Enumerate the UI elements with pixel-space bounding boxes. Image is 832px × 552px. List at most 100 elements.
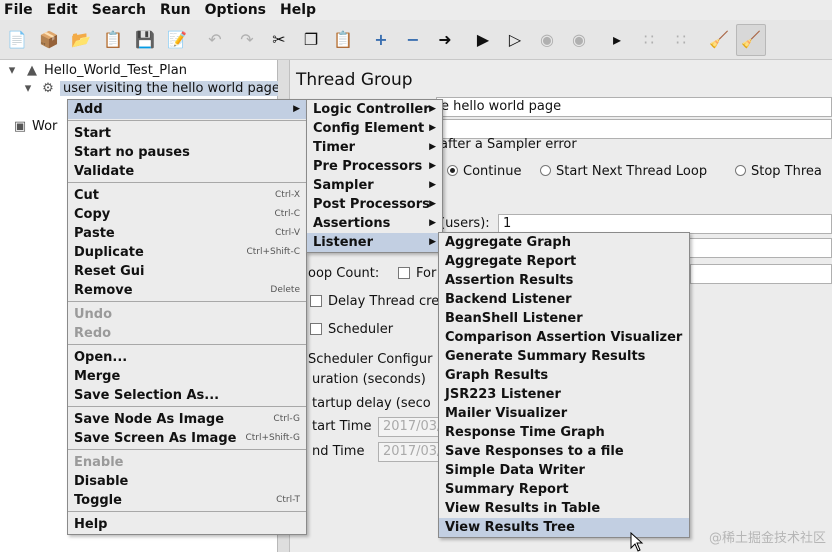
listener-menu-item-summary-report[interactable]: Summary Report	[439, 480, 689, 499]
copy-icon[interactable]: ❐	[296, 24, 326, 56]
listener-menu-item-beanshell-listener[interactable]: BeanShell Listener	[439, 309, 689, 328]
stop-thread-radio[interactable]: Stop Threa	[735, 164, 822, 179]
clear-all-icon[interactable]: 🧹	[736, 23, 766, 56]
menu-item-merge[interactable]: Merge	[68, 367, 306, 386]
menu-search[interactable]: Search	[92, 2, 146, 18]
start-next-loop-radio[interactable]: Start Next Thread Loop	[540, 164, 707, 179]
menu-item-label: Toggle	[74, 493, 122, 508]
listener-submenu: Aggregate Graph Aggregate Report Assertion…	[438, 232, 690, 538]
name-field[interactable]: e hello world page	[436, 97, 832, 117]
menu-item-copy[interactable]: Copy Ctrl-C	[68, 205, 306, 224]
add-menu-item-listener[interactable]: Listener ▶	[307, 233, 442, 252]
loop-count-field[interactable]	[690, 264, 832, 284]
start-icon[interactable]: ▶	[468, 24, 498, 56]
startup-delay-label: tartup delay (seco	[312, 396, 431, 411]
listener-menu-item-aggregate-report[interactable]: Aggregate Report	[439, 252, 689, 271]
forever-checkbox[interactable]: For	[398, 266, 436, 281]
stop-icon[interactable]: ◉	[532, 24, 562, 56]
remote-start-icon[interactable]: ▸	[602, 24, 632, 56]
remote-shutdown-icon[interactable]: ∷	[666, 24, 696, 56]
tree-node-workbench[interactable]: ▣ Wor	[12, 119, 58, 134]
clear-icon[interactable]: 🧹	[704, 24, 734, 56]
menu-item-save-node-as-image[interactable]: Save Node As Image Ctrl-G	[68, 410, 306, 429]
listener-menu-item-aggregate-graph[interactable]: Aggregate Graph	[439, 233, 689, 252]
menu-edit[interactable]: Edit	[47, 2, 78, 18]
open-icon[interactable]: 📂	[66, 24, 96, 56]
menu-item-redo[interactable]: Redo	[68, 324, 306, 343]
menu-item-validate[interactable]: Validate	[68, 162, 306, 181]
shortcut-label: Ctrl-X	[275, 190, 300, 200]
menu-help[interactable]: Help	[280, 2, 316, 18]
save-as-icon[interactable]: 📝	[162, 24, 192, 56]
toggle-icon[interactable]: ➜	[430, 24, 460, 56]
continue-radio[interactable]: Continue	[447, 164, 521, 179]
menu-item-disable[interactable]: Disable	[68, 472, 306, 491]
scheduler-checkbox[interactable]: Scheduler	[310, 322, 393, 337]
menu-item-add[interactable]: Add ▶	[68, 100, 306, 119]
shortcut-label: Ctrl-V	[275, 228, 300, 238]
listener-menu-item-backend-listener[interactable]: Backend Listener	[439, 290, 689, 309]
listener-menu-item-view-results-tree[interactable]: View Results Tree	[439, 518, 689, 537]
new-icon[interactable]: 📄	[2, 24, 32, 56]
listener-menu-item-view-results-in-table[interactable]: View Results in Table	[439, 499, 689, 518]
undo-icon[interactable]: ↶	[200, 24, 230, 56]
menu-item-label: Backend Listener	[445, 292, 572, 307]
menu-item-cut[interactable]: Cut Ctrl-X	[68, 186, 306, 205]
menu-options[interactable]: Options	[205, 2, 266, 18]
shutdown-icon[interactable]: ◉	[564, 24, 594, 56]
menu-item-label: Generate Summary Results	[445, 349, 646, 364]
save-icon[interactable]: 💾	[130, 24, 160, 56]
menu-run[interactable]: Run	[160, 2, 191, 18]
open-recent-icon[interactable]: 📋	[98, 24, 128, 56]
menu-item-start-no-pauses[interactable]: Start no pauses	[68, 143, 306, 162]
expand-icon[interactable]: +	[366, 24, 396, 56]
templates-icon[interactable]: 📦	[34, 24, 64, 56]
listener-menu-item-assertion-results[interactable]: Assertion Results	[439, 271, 689, 290]
add-menu-item-timer[interactable]: Timer ▶	[307, 138, 442, 157]
menu-item-toggle[interactable]: Toggle Ctrl-T	[68, 491, 306, 510]
add-menu-item-pre-processors[interactable]: Pre Processors ▶	[307, 157, 442, 176]
cut-icon[interactable]: ✂	[264, 24, 294, 56]
listener-menu-item-graph-results[interactable]: Graph Results	[439, 366, 689, 385]
paste-icon[interactable]: 📋	[328, 24, 358, 56]
tree-node-thread-group[interactable]: ▾ ⚙ user visiting the hello world page	[20, 81, 283, 96]
listener-menu-item-comparison-assertion-visualizer[interactable]: Comparison Assertion Visualizer	[439, 328, 689, 347]
menu-item-save-selection-as[interactable]: Save Selection As...	[68, 386, 306, 405]
start-no-pauses-icon[interactable]: ▷	[500, 24, 530, 56]
add-menu-item-assertions[interactable]: Assertions ▶	[307, 214, 442, 233]
listener-menu-item-response-time-graph[interactable]: Response Time Graph	[439, 423, 689, 442]
menu-item-label: Timer	[313, 140, 356, 155]
menu-item-remove[interactable]: Remove Delete	[68, 281, 306, 300]
add-menu-item-post-processors[interactable]: Post Processors ▶	[307, 195, 442, 214]
add-menu-item-logic-controller[interactable]: Logic Controller ▶	[307, 100, 442, 119]
listener-menu-item-jsr223-listener[interactable]: JSR223 Listener	[439, 385, 689, 404]
submenu-arrow-icon: ▶	[429, 142, 436, 152]
tree-node-test-plan[interactable]: ▾ ▲ Hello_World_Test_Plan	[4, 63, 187, 78]
menu-item-duplicate[interactable]: Duplicate Ctrl+Shift-C	[68, 243, 306, 262]
menu-item-paste[interactable]: Paste Ctrl-V	[68, 224, 306, 243]
users-field[interactable]: 1	[498, 214, 832, 234]
comments-field[interactable]	[436, 119, 832, 139]
listener-menu-item-save-responses-to-a-file[interactable]: Save Responses to a file	[439, 442, 689, 461]
collapse-icon[interactable]: −	[398, 24, 428, 56]
add-menu-item-sampler[interactable]: Sampler ▶	[307, 176, 442, 195]
menu-item-reset-gui[interactable]: Reset Gui	[68, 262, 306, 281]
menu-item-undo[interactable]: Undo	[68, 305, 306, 324]
menu-item-save-screen-as-image[interactable]: Save Screen As Image Ctrl+Shift-G	[68, 429, 306, 448]
redo-icon[interactable]: ↷	[232, 24, 262, 56]
expand-toggle-icon[interactable]: ▾	[20, 81, 36, 96]
listener-menu-item-simple-data-writer[interactable]: Simple Data Writer	[439, 461, 689, 480]
menu-item-label: Start no pauses	[74, 145, 190, 160]
delay-thread-checkbox[interactable]: Delay Thread cre	[310, 294, 439, 309]
listener-menu-item-mailer-visualizer[interactable]: Mailer Visualizer	[439, 404, 689, 423]
menu-file[interactable]: File	[4, 2, 33, 18]
listener-menu-item-generate-summary-results[interactable]: Generate Summary Results	[439, 347, 689, 366]
menu-item-open[interactable]: Open...	[68, 348, 306, 367]
remote-stop-icon[interactable]: ∷	[634, 24, 664, 56]
menu-item-enable[interactable]: Enable	[68, 453, 306, 472]
menu-separator	[68, 182, 306, 183]
expand-toggle-icon[interactable]: ▾	[4, 63, 20, 78]
menu-item-help[interactable]: Help	[68, 515, 306, 534]
menu-item-start[interactable]: Start	[68, 124, 306, 143]
add-menu-item-config-element[interactable]: Config Element ▶	[307, 119, 442, 138]
